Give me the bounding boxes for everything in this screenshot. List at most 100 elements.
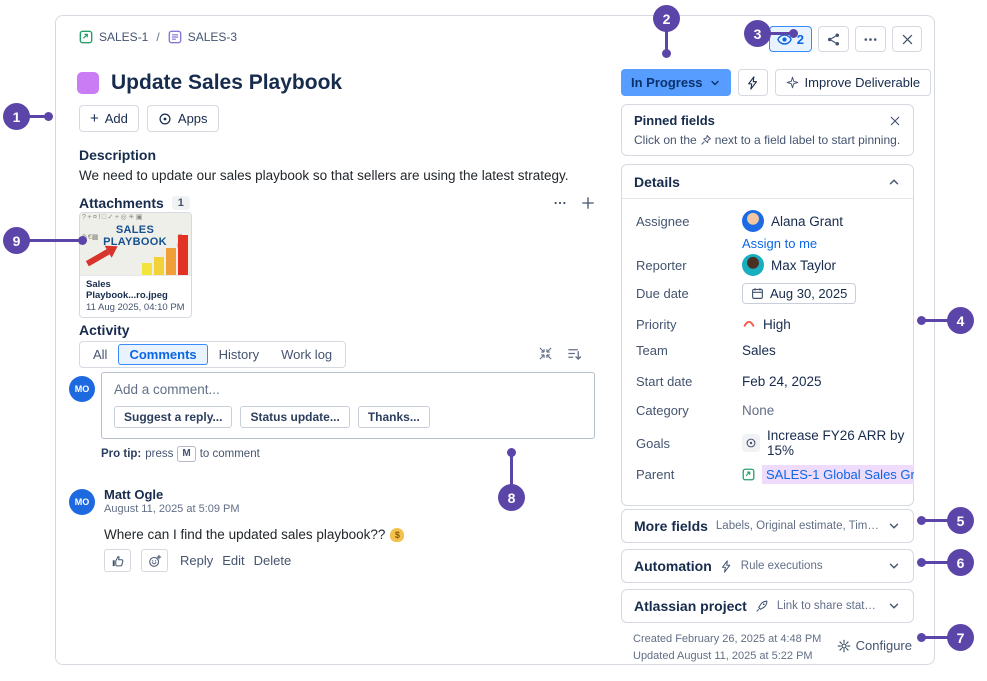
- field-goals: Goals Increase FY26 ARR by 15%: [636, 431, 905, 455]
- activity-tabs: All Comments History Work log: [79, 341, 346, 368]
- automation-quick-button[interactable]: [738, 69, 768, 96]
- comment-input[interactable]: Add a comment... Suggest a reply... Stat…: [101, 372, 595, 439]
- attachment-thumbnail: ?+¤!□✓+◎☀▣ ✎€▩ ⚙✉● SALES PLAYBOOK: [80, 213, 191, 275]
- description-text[interactable]: We need to update our sales playbook so …: [79, 168, 599, 183]
- details-panel: Details Assignee Alana Grant Assign to m…: [621, 164, 914, 506]
- breadcrumb-separator: /: [154, 30, 161, 44]
- close-button[interactable]: [892, 26, 922, 52]
- field-category: Category None: [636, 398, 905, 422]
- status-dropdown[interactable]: In Progress: [621, 69, 731, 96]
- assignee-avatar: [742, 210, 764, 232]
- callout-8: 8: [498, 484, 525, 511]
- breadcrumb-current-link[interactable]: SALES-3: [188, 30, 237, 44]
- team-value[interactable]: Sales: [742, 343, 776, 358]
- share-icon: [826, 32, 841, 47]
- chevron-down-icon: [709, 77, 721, 89]
- goal-value: Increase FY26 ARR by 15%: [767, 428, 905, 458]
- callout-7: 7: [947, 624, 974, 651]
- atlassian-project-summary: Link to share status and updates: [777, 600, 879, 612]
- reporter-avatar: [742, 254, 764, 276]
- due-date-chip[interactable]: Aug 30, 2025: [742, 283, 856, 304]
- callout-3: 3: [744, 20, 771, 47]
- attachments-add-button[interactable]: [581, 196, 595, 210]
- goal-icon: [742, 434, 760, 452]
- parent-issue-type-icon: [79, 30, 93, 44]
- add-button[interactable]: + Add: [79, 105, 139, 132]
- current-user-avatar: MO: [69, 376, 95, 402]
- improve-deliverable-button[interactable]: Improve Deliverable: [775, 69, 932, 96]
- atlassian-project-expand-button[interactable]: [887, 599, 901, 613]
- configure-button[interactable]: Configure: [837, 638, 912, 653]
- reply-link[interactable]: Reply: [180, 553, 213, 568]
- comment-author-name: Matt Ogle: [104, 487, 163, 502]
- more-icon: [863, 32, 878, 47]
- edit-link[interactable]: Edit: [222, 553, 244, 568]
- like-button[interactable]: [104, 549, 131, 572]
- automation-summary: Rule executions: [741, 560, 879, 572]
- pinned-fields-hint: Click on the next to a field label to st…: [622, 128, 913, 147]
- issue-type-icon: [77, 72, 99, 94]
- add-reaction-button[interactable]: [141, 549, 168, 572]
- details-collapse-button[interactable]: [887, 175, 901, 189]
- tab-all[interactable]: All: [82, 344, 118, 365]
- apps-icon: [158, 112, 172, 126]
- attachments-more-button[interactable]: [553, 196, 567, 210]
- assignee-name: Alana Grant: [771, 214, 843, 229]
- sort-comments-button[interactable]: [567, 346, 582, 361]
- share-button[interactable]: [818, 26, 849, 52]
- more-fields-title: More fields: [634, 518, 708, 534]
- more-fields-panel[interactable]: More fields Labels, Original estimate, T…: [621, 509, 914, 543]
- attachments-count-badge: 1: [172, 196, 190, 210]
- automation-expand-button[interactable]: [887, 559, 901, 573]
- breadcrumb-parent-link[interactable]: SALES-1: [99, 30, 148, 44]
- delete-link[interactable]: Delete: [254, 553, 292, 568]
- quick-reply-status-button[interactable]: Status update...: [240, 406, 349, 428]
- quick-reply-thanks-button[interactable]: Thanks...: [358, 406, 430, 428]
- automation-title: Automation: [634, 558, 712, 574]
- assign-to-me-link[interactable]: Assign to me: [742, 236, 817, 251]
- pro-tip: Pro tip: press M to comment: [101, 446, 260, 462]
- more-actions-button[interactable]: [855, 26, 886, 52]
- comment-body: Where can I find the updated sales playb…: [104, 527, 404, 542]
- field-parent: Parent SALES-1 Global Sales Growth Initi…: [636, 462, 905, 486]
- attachment-card[interactable]: ?+¤!□✓+◎☀▣ ✎€▩ ⚙✉● SALES PLAYBOOK Sales …: [79, 212, 192, 318]
- pinned-fields-close-button[interactable]: [889, 115, 901, 127]
- attachment-file-date: 11 Aug 2025, 04:10 PM: [86, 302, 185, 313]
- tab-comments[interactable]: Comments: [118, 344, 207, 365]
- sparkle-icon: [786, 76, 799, 89]
- description-heading: Description: [79, 147, 156, 163]
- priority-value: High: [763, 317, 791, 332]
- activity-heading: Activity: [79, 322, 130, 338]
- bar-chart-graphic: [142, 235, 188, 275]
- field-due-date: Due date Aug 30, 2025: [636, 281, 905, 305]
- page-title: Update Sales Playbook: [111, 71, 342, 95]
- pinned-fields-panel: Pinned fields Click on the next to a fie…: [621, 104, 914, 156]
- quick-reply-suggest-button[interactable]: Suggest a reply...: [114, 406, 232, 428]
- parent-issue-icon: [742, 468, 755, 481]
- tab-worklog[interactable]: Work log: [270, 344, 343, 365]
- callout-2: 2: [653, 5, 680, 32]
- callout-9: 9: [3, 227, 30, 254]
- pinned-fields-title: Pinned fields: [634, 113, 715, 128]
- more-fields-summary: Labels, Original estimate, Time tracking…: [716, 520, 879, 532]
- close-icon: [901, 33, 914, 46]
- issue-meta: Created February 26, 2025 at 4:48 PM Upd…: [633, 633, 914, 667]
- field-priority: Priority High: [636, 312, 905, 336]
- field-reporter: Reporter Max Taylor: [636, 253, 905, 277]
- automation-panel[interactable]: Automation Rule executions: [621, 549, 914, 583]
- collapse-comments-button[interactable]: [538, 346, 553, 361]
- details-title: Details: [634, 174, 680, 190]
- apps-button[interactable]: Apps: [147, 105, 219, 132]
- tab-history[interactable]: History: [208, 344, 270, 365]
- atlassian-project-panel[interactable]: Atlassian project Link to share status a…: [621, 589, 914, 623]
- callout-5: 5: [947, 507, 974, 534]
- pin-icon: [700, 134, 712, 146]
- parent-link[interactable]: SALES-1 Global Sales Growth Initiative: [762, 465, 914, 484]
- comment-author-avatar: MO: [69, 489, 95, 515]
- field-team: Team Sales: [636, 338, 905, 362]
- category-value[interactable]: None: [742, 403, 774, 418]
- start-date-value[interactable]: Feb 24, 2025: [742, 374, 822, 389]
- priority-high-icon: [742, 317, 756, 331]
- gear-icon: [837, 639, 851, 653]
- more-fields-expand-button[interactable]: [887, 519, 901, 533]
